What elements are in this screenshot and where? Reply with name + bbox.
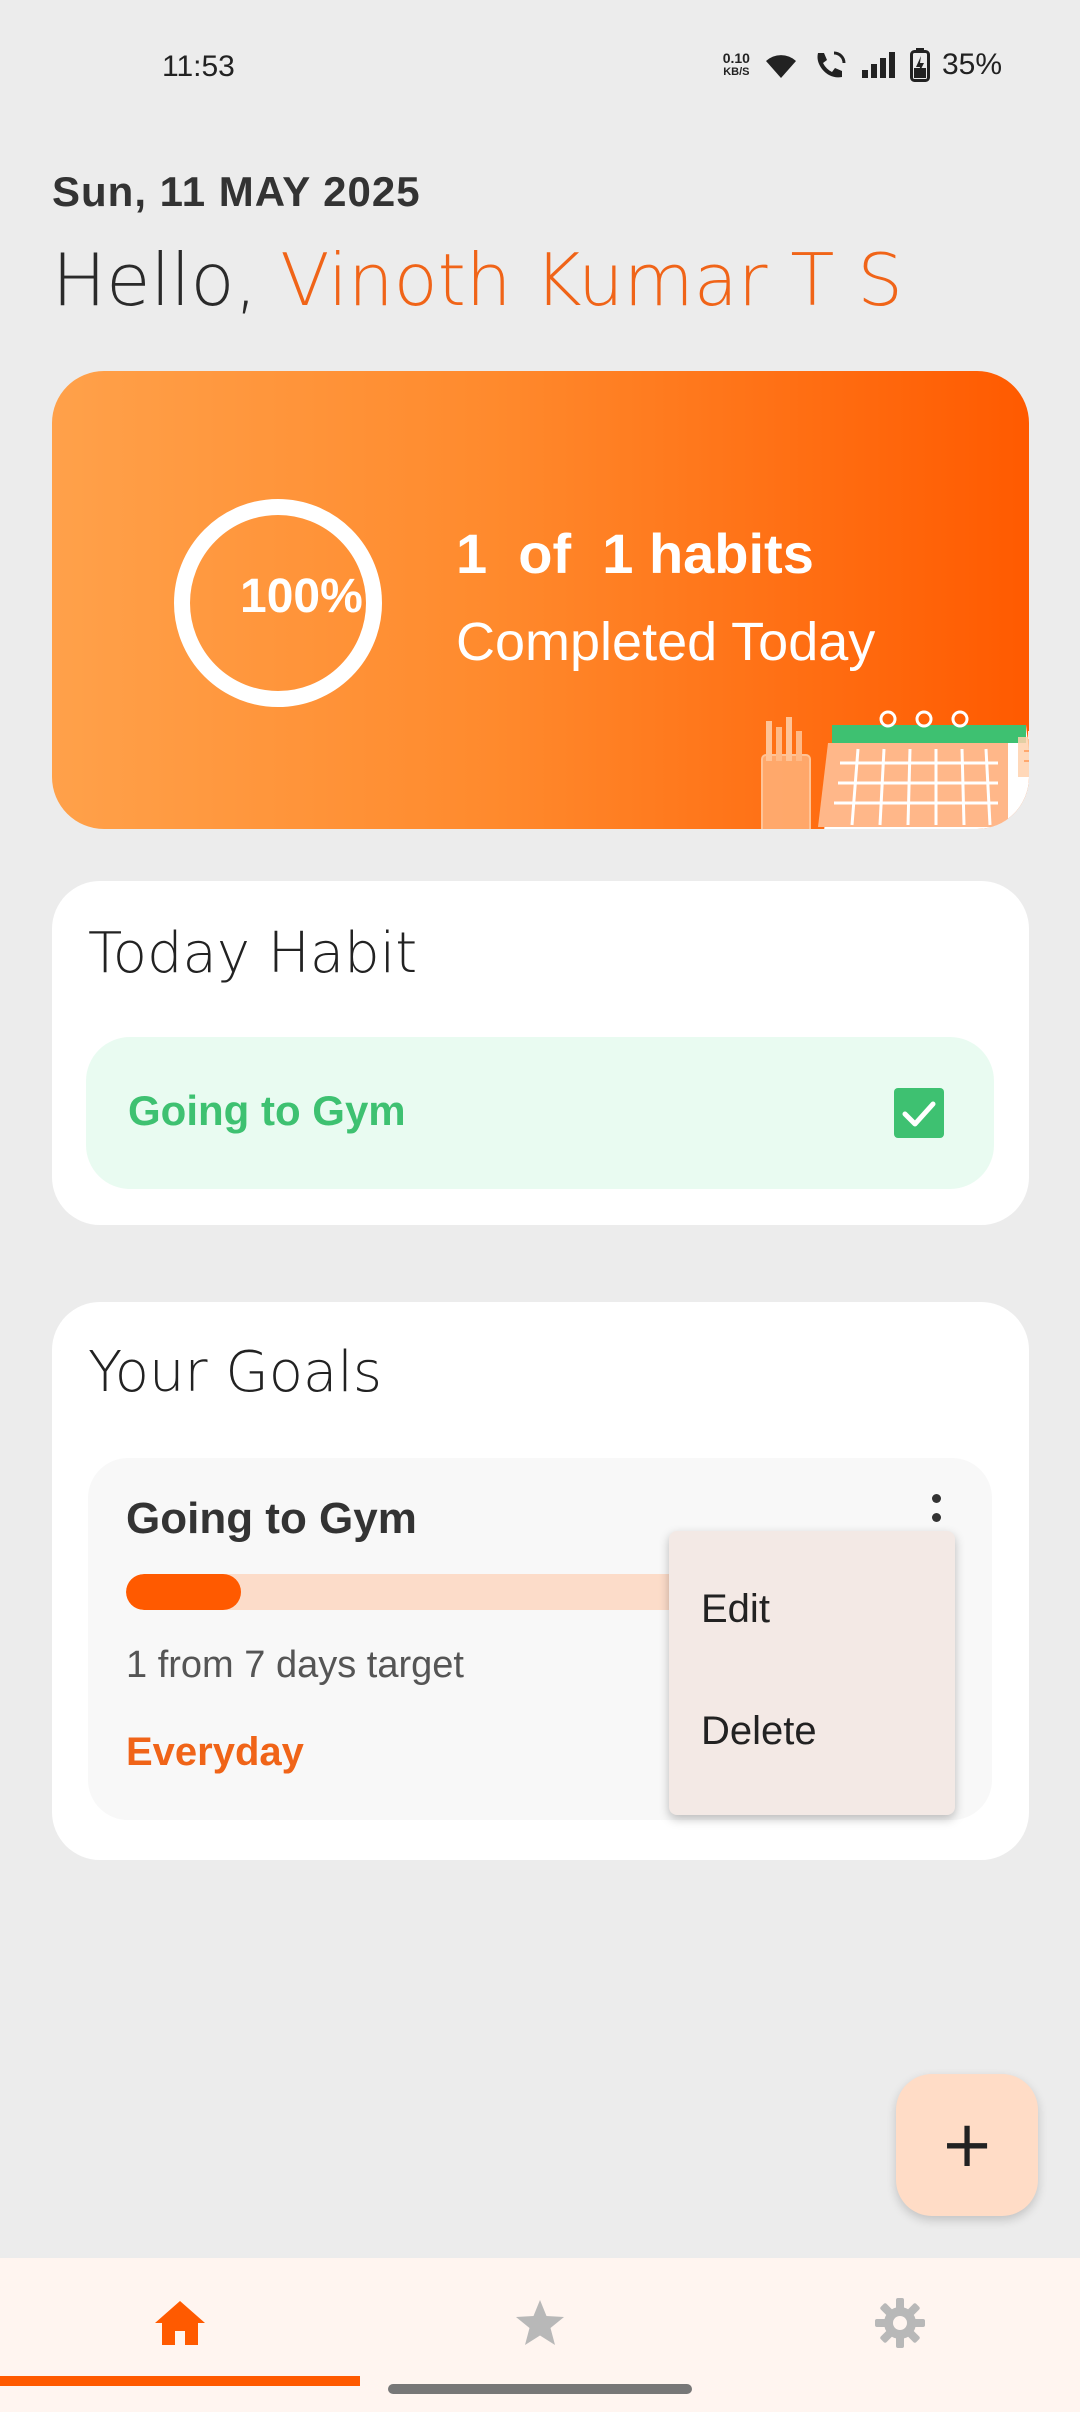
nav-settings[interactable] [720, 2258, 1080, 2388]
gear-icon [875, 2298, 925, 2348]
edit-menu-item[interactable]: Edit [701, 1587, 770, 1632]
goal-frequency: Everyday [126, 1730, 304, 1774]
status-bar: 11:53 0.10 KB/S 35% [0, 0, 1080, 140]
today-habit-card: Today Habit Going to Gym [52, 881, 1029, 1225]
habit-checkbox[interactable] [894, 1088, 944, 1138]
goal-target-text: 1 from 7 days target [126, 1644, 464, 1686]
nav-home[interactable] [0, 2258, 360, 2388]
network-speed: 0.10 KB/S [723, 51, 750, 79]
star-icon [516, 2300, 564, 2345]
current-date: Sun, 11 MAY 2025 [52, 168, 421, 215]
check-icon [902, 1101, 936, 1127]
wifi-call-icon [817, 51, 846, 78]
goal-context-menu: Edit Delete [669, 1531, 955, 1815]
status-icons: 0.10 KB/S 35% [723, 48, 1002, 82]
greeting: Hello, Vinoth Kumar T S [52, 238, 903, 322]
habit-row[interactable]: Going to Gym [86, 1037, 994, 1189]
delete-menu-item[interactable]: Delete [701, 1709, 817, 1754]
bottom-navigation [0, 2258, 1080, 2412]
wifi-icon [765, 55, 796, 78]
signal-icon [861, 52, 895, 78]
user-name: Vinoth Kumar T S [280, 238, 903, 322]
habits-count: 1 of 1 habits [456, 522, 814, 585]
today-habit-title: Today Habit [88, 921, 418, 986]
completed-today-label: Completed Today [456, 612, 876, 672]
progress-summary-card: 100% 1 of 1 habits Completed Today [52, 371, 1029, 829]
home-icon [155, 2301, 205, 2345]
calendar-illustration [761, 710, 1029, 829]
goal-progress-fill [126, 1574, 241, 1610]
add-habit-button[interactable]: + [896, 2074, 1038, 2216]
network-speed-unit: KB/S [723, 66, 750, 78]
gesture-bar [388, 2384, 692, 2394]
nav-favorites[interactable] [360, 2258, 720, 2388]
network-speed-value: 0.10 [722, 50, 750, 66]
habit-label: Going to Gym [128, 1087, 406, 1134]
goal-title: Going to Gym [126, 1494, 417, 1543]
greeting-text: Hello, [52, 238, 281, 322]
plus-icon: + [940, 2108, 994, 2182]
progress-percent: 100% [240, 570, 363, 623]
status-time: 11:53 [162, 50, 235, 83]
goals-title: Your Goals [88, 1340, 383, 1405]
active-tab-indicator [0, 2376, 360, 2386]
battery-percent: 35% [941, 48, 1002, 81]
battery-charging-icon [909, 48, 930, 82]
